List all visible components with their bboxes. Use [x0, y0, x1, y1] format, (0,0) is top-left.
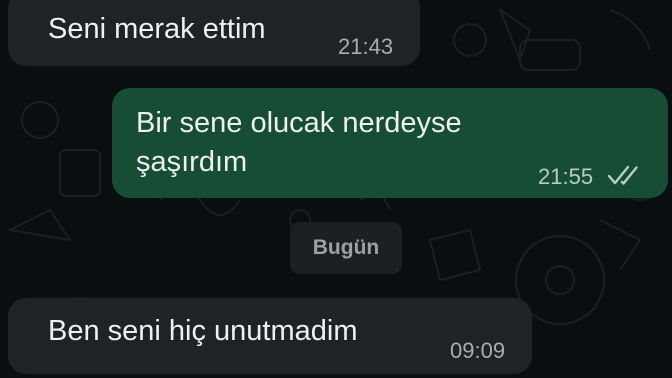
message-timestamp: 21:55: [538, 164, 594, 189]
message-text-line: Bir sene olucak nerdeyse: [136, 107, 462, 139]
double-check-icon: [607, 165, 638, 185]
message-text: Ben seni hiç unutmadim: [48, 315, 358, 347]
date-separator: Bugün: [290, 222, 402, 274]
message-text-line: şaşırdım: [136, 146, 248, 178]
message-text: Seni merak ettim: [48, 13, 266, 45]
message-timestamp: 09:09: [450, 338, 506, 363]
message-timestamp: 21:43: [338, 34, 394, 59]
